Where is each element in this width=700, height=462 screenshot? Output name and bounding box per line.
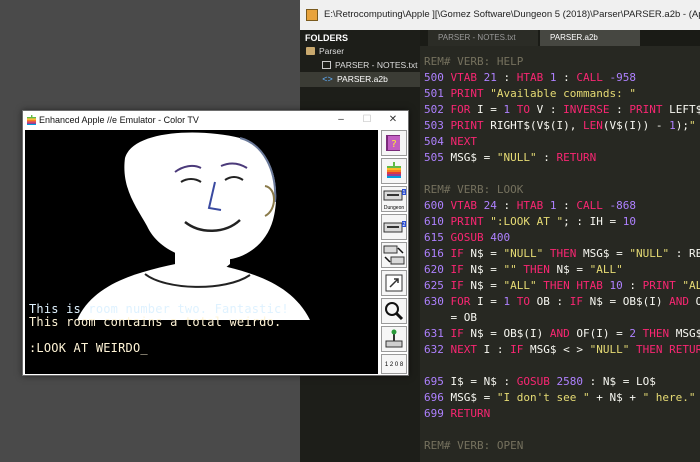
code-line: 500 VTAB 21 : HTAB 1 : CALL -958 bbox=[424, 71, 636, 84]
magnifier-icon bbox=[385, 302, 404, 321]
settings-button[interactable] bbox=[381, 326, 407, 352]
editor-title: E:\Retrocomputing\Apple ][\Gomez Softwar… bbox=[324, 9, 700, 20]
folders-header: FOLDERS bbox=[305, 33, 349, 43]
code-line: 501 PRINT "Available commands: " bbox=[424, 87, 636, 100]
svg-text:1: 1 bbox=[402, 190, 405, 196]
code-line: 610 PRINT ":LOOK AT "; : IH = 10 bbox=[424, 215, 636, 228]
close-button[interactable]: ✕ bbox=[381, 111, 405, 129]
help-button[interactable]: ? bbox=[381, 130, 407, 156]
apple-icon bbox=[27, 115, 36, 125]
code-line: 625 IF N$ = "ALL" THEN HTAB 10 : PRINT "… bbox=[424, 279, 700, 292]
fullscreen-icon bbox=[385, 274, 403, 292]
sublime-app-icon bbox=[306, 9, 318, 21]
code-line: 616 IF N$ = "NULL" THEN MSG$ = "NULL" : … bbox=[424, 247, 700, 260]
tree-file-notes[interactable]: PARSER - NOTES.txt bbox=[322, 58, 420, 73]
room-portrait-image bbox=[77, 132, 310, 320]
reset-button[interactable] bbox=[381, 158, 407, 184]
apple-logo-icon bbox=[387, 162, 401, 178]
fullscreen-button[interactable] bbox=[381, 270, 407, 296]
disk-drive-1-button[interactable]: 1 Dungeon bbox=[381, 186, 407, 212]
code-line: 632 NEXT I : IF MSG$ < > "NULL" THEN RET… bbox=[424, 343, 700, 356]
emulator-title: Enhanced Apple //e Emulator - Color TV bbox=[39, 115, 199, 125]
code-line: 630 FOR I = 1 TO OB : IF N$ = OB$(I) AND… bbox=[424, 295, 700, 308]
svg-text:?: ? bbox=[391, 139, 396, 150]
disk-drive-1-icon: 1 bbox=[383, 189, 406, 201]
disk-drive-2-icon: 2 bbox=[383, 221, 406, 233]
screen-command-prompt: :LOOK AT WEIRDO_ bbox=[29, 341, 148, 355]
editor-titlebar[interactable]: E:\Retrocomputing\Apple ][\Gomez Softwar… bbox=[300, 0, 700, 30]
debugger-icon bbox=[385, 329, 403, 348]
tab-parser-notes[interactable]: PARSER - NOTES.txt bbox=[428, 30, 538, 46]
tab-parser-a2b[interactable]: PARSER.a2b bbox=[540, 30, 640, 46]
maximize-button[interactable]: ☐ bbox=[355, 111, 379, 129]
swap-disks-icon bbox=[383, 245, 405, 265]
code-line: 695 I$ = N$ : GOSUB 2580 : N$ = LO$ bbox=[424, 375, 656, 388]
disk-drive-2-button[interactable]: 2 bbox=[381, 214, 407, 240]
code-line: 502 FOR I = 1 TO V : INVERSE : PRINT LEF… bbox=[424, 103, 700, 116]
code-line: 503 PRINT RIGHT$(V$(I), LEN(V$(I)) - 1);… bbox=[424, 119, 696, 132]
code-line: 699 RETURN bbox=[424, 407, 491, 420]
folder-icon bbox=[306, 47, 315, 55]
emulator-titlebar[interactable]: Enhanced Apple //e Emulator - Color TV –… bbox=[23, 111, 408, 129]
code-area[interactable]: REM# VERB: HELP 500 VTAB 21 : HTAB 1 : CA… bbox=[420, 47, 700, 462]
drive-1-label: Dungeon bbox=[383, 205, 405, 211]
code-line: REM# VERB: OPEN bbox=[424, 439, 524, 452]
emulator-toolbar: ? 1 Dungeon 2 1 2 0 8 bbox=[380, 130, 408, 374]
swap-disks-button[interactable] bbox=[381, 242, 407, 268]
speed-button[interactable]: 1 2 0 8 bbox=[381, 354, 407, 374]
text-file-icon bbox=[322, 61, 331, 69]
screen-line-1: This is room number two. Fantastic! bbox=[29, 302, 289, 316]
code-line: 600 VTAB 24 : HTAB 1 : CALL -868 bbox=[424, 199, 636, 212]
code-line: REM# VERB: LOOK bbox=[424, 183, 524, 196]
code-line: 631 IF N$ = OB$(I) AND OF(I) = 2 THEN MS… bbox=[424, 327, 700, 340]
code-file-icon: <> bbox=[322, 74, 333, 84]
help-book-icon: ? bbox=[386, 135, 400, 151]
emulator-window: Enhanced Apple //e Emulator - Color TV –… bbox=[22, 110, 409, 376]
debugger-button[interactable] bbox=[381, 298, 407, 324]
screen-line-2: This room contains a total weirdo. bbox=[29, 315, 282, 329]
minimize-button[interactable]: – bbox=[329, 111, 353, 129]
tree-file-parser[interactable]: <> PARSER.a2b bbox=[300, 72, 420, 87]
code-line: = OB bbox=[424, 311, 477, 324]
tab-bar: PARSER - NOTES.txt PARSER.a2b bbox=[420, 30, 700, 46]
code-line: REM# VERB: HELP bbox=[424, 55, 524, 68]
code-line: 504 NEXT bbox=[424, 135, 477, 148]
code-line: 505 MSG$ = "NULL" : RETURN bbox=[424, 151, 597, 164]
emulator-screen[interactable]: This is room number two. Fantastic! This… bbox=[25, 130, 378, 374]
code-line: 615 GOSUB 400 bbox=[424, 231, 511, 244]
code-line: 620 IF N$ = "" THEN N$ = "ALL" bbox=[424, 263, 623, 276]
code-line: 696 MSG$ = "I don't see " + N$ + " here.… bbox=[424, 391, 696, 404]
tree-folder-parser[interactable]: Parser bbox=[306, 44, 344, 59]
speed-label: 1 2 0 8 bbox=[384, 362, 404, 368]
svg-text:2: 2 bbox=[402, 222, 405, 228]
